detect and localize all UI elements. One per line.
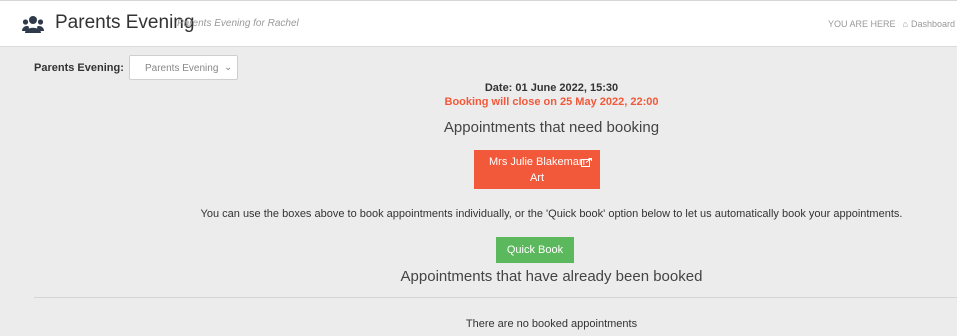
parents-evening-label: Parents Evening: [34,62,124,74]
event-date: Date: 01 June 2022, 15:30 [484,82,619,94]
no-booked-appointments-text: There are no booked appointments [465,318,638,330]
select-value: Parents Evening [145,63,219,74]
users-icon [22,16,44,33]
external-link-icon [581,158,592,167]
chevron-down-icon: ⌄ [224,62,233,73]
booking-close-notice: Booking will close on 25 May 2022, 22:00 [444,96,659,108]
page-title: Parents Evening [55,12,195,33]
breadcrumb: YOU ARE HERE ⌂ Dashboard [828,19,957,29]
divider [34,297,957,298]
booked-heading: Appointments that have already been book… [400,268,703,285]
home-icon: ⌂ [902,19,908,29]
appointment-button-julie-blakeman[interactable]: Mrs Julie Blakeman Art [474,150,600,189]
quick-book-button[interactable]: Quick Book [496,237,574,263]
need-booking-heading: Appointments that need booking [443,119,660,136]
page-subtitle: Parents Evening for Rachel [177,18,299,29]
breadcrumb-label: YOU ARE HERE [828,19,896,29]
appointment-subject: Art [529,172,545,184]
parents-evening-select[interactable]: Parents Evening ⌄ [129,55,238,80]
booking-info-text: You can use the boxes above to book appo… [200,208,903,220]
page-header: Parents Evening Parents Evening for Rach… [0,0,957,47]
breadcrumb-dashboard-link[interactable]: Dashboard [911,19,955,29]
